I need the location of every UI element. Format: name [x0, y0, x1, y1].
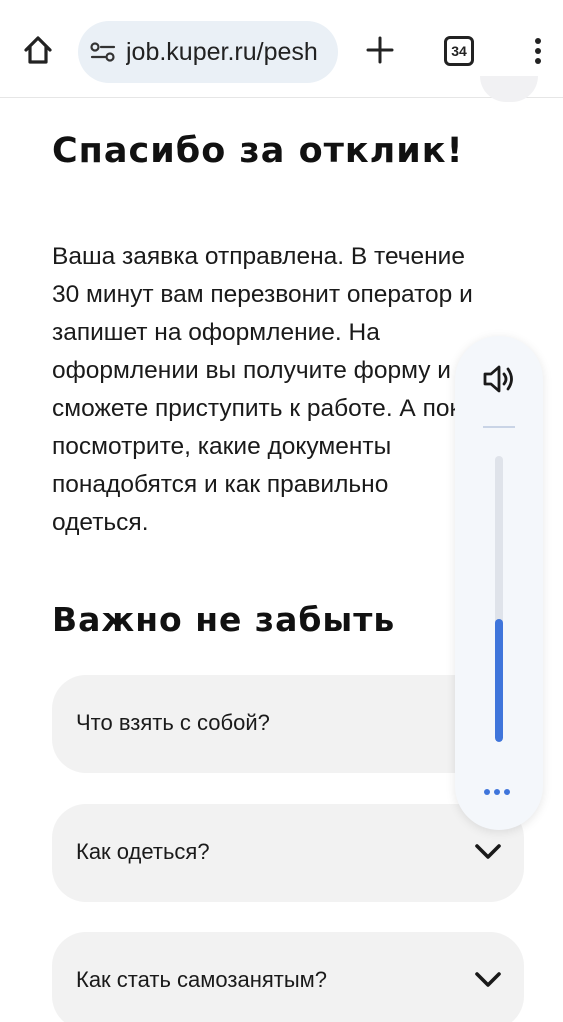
faq-item-label: Как одеться? — [76, 839, 210, 864]
address-bar[interactable]: job.kuper.ru/pesh — [78, 21, 338, 83]
tab-switcher-icon[interactable]: 34 — [444, 36, 474, 66]
more-horiz-icon[interactable] — [482, 780, 516, 795]
speaker-icon[interactable] — [482, 364, 516, 394]
volume-panel — [455, 336, 543, 830]
more-vert-icon[interactable] — [526, 36, 550, 66]
faq-item-label: Что взять с собой? — [76, 710, 270, 735]
page-title: Спасибо за отклик! — [52, 131, 464, 171]
home-icon[interactable] — [22, 34, 54, 66]
site-settings-icon[interactable] — [90, 40, 116, 64]
volume-slider-fill — [495, 619, 503, 742]
faq-item-self-employed[interactable]: Как стать самозанятым? — [52, 932, 524, 1022]
scroll-to-top-button[interactable] — [480, 76, 538, 102]
section-title: Важно не забыть — [52, 600, 396, 639]
chevron-down-icon — [474, 970, 502, 990]
url-text[interactable]: job.kuper.ru/pesh — [126, 35, 330, 69]
page-description: Ваша заявка отправлена. В течение 30 мин… — [52, 243, 475, 536]
volume-divider — [483, 426, 515, 428]
volume-slider[interactable] — [495, 456, 503, 742]
faq-item-label: Как стать самозанятым? — [76, 967, 328, 992]
browser-toolbar: job.kuper.ru/pesh 34 — [0, 0, 563, 98]
plus-icon[interactable] — [364, 34, 396, 66]
chevron-down-icon — [474, 842, 502, 862]
faq-item-how-to-dress[interactable]: Как одеться? — [52, 804, 524, 902]
faq-item-what-to-bring[interactable]: Что взять с собой? — [52, 675, 524, 773]
